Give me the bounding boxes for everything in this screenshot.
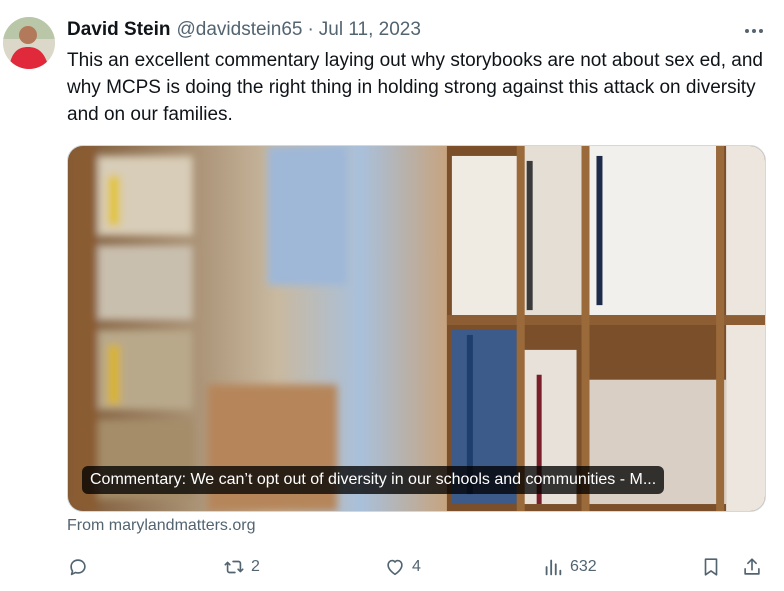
card-image: [68, 146, 765, 511]
author-name[interactable]: David Stein: [67, 19, 170, 41]
reply-bubble-icon: [70, 559, 86, 576]
link-preview-card[interactable]: Commentary: We can’t opt out of diversit…: [67, 145, 766, 512]
bookmark-button[interactable]: [700, 556, 722, 578]
repost-arrows-icon: [224, 560, 244, 574]
bookmark-icon: [704, 558, 718, 576]
more-horizontal-icon-dot: [759, 29, 763, 33]
repost-button[interactable]: 2: [223, 556, 260, 578]
views-button[interactable]: 632: [542, 556, 597, 578]
view-count: 632: [570, 558, 597, 575]
header-separator: ·: [307, 19, 314, 40]
like-button[interactable]: 4: [384, 556, 421, 578]
post-header: David Stein @davidstein65 · Jul 11, 2023: [67, 18, 421, 42]
author-handle[interactable]: @davidstein65: [176, 19, 302, 41]
avatar-photo: [3, 17, 55, 69]
card-title[interactable]: Commentary: We can’t opt out of diversit…: [82, 466, 665, 494]
more-options-button[interactable]: [740, 20, 768, 42]
more-horizontal-icon-dot: [752, 29, 756, 33]
post-date[interactable]: Jul 11, 2023: [319, 19, 421, 41]
bar-chart-icon: [545, 559, 562, 576]
avatar[interactable]: [3, 17, 55, 69]
card-source[interactable]: From marylandmatters.org: [67, 517, 256, 535]
share-button[interactable]: [741, 556, 763, 578]
heart-icon: [387, 559, 403, 576]
like-count: 4: [412, 558, 421, 575]
share-upload-icon: [744, 558, 760, 575]
more-horizontal-icon: [745, 29, 749, 33]
action-bar: 2 4 632: [67, 556, 767, 582]
post-text: This an excellent commentary laying out …: [67, 50, 763, 125]
repost-count: 2: [251, 558, 260, 575]
reply-button[interactable]: [67, 556, 95, 578]
